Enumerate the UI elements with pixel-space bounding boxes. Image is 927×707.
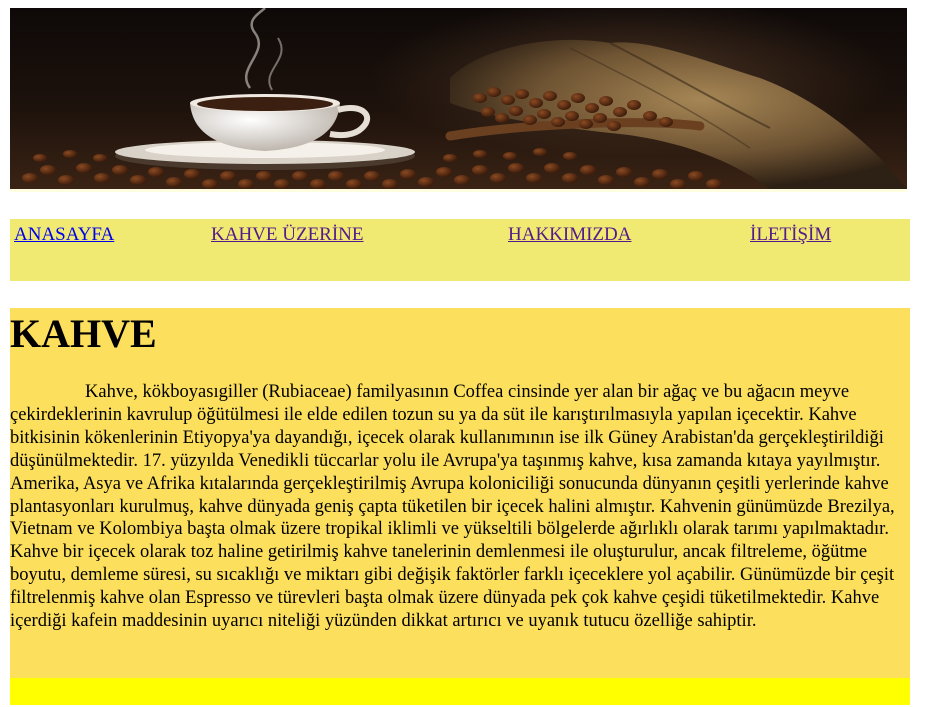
main-content: KAHVE Kahve, kökboyasıgiller (Rubiaceae)… — [10, 308, 910, 678]
coffee-hero-image — [10, 8, 907, 189]
nav-bar: ANASAYFA KAHVE ÜZERİNE HAKKIMIZDA İLETİŞ… — [10, 219, 910, 281]
nav-link-kahve-uzerine[interactable]: KAHVE ÜZERİNE — [211, 224, 364, 246]
nav-link-iletisim[interactable]: İLETİŞİM — [750, 224, 831, 246]
footer-bar — [10, 678, 910, 705]
nav-link-hakkimizda[interactable]: HAKKIMIZDA — [508, 224, 631, 246]
page-title: KAHVE — [10, 311, 157, 356]
header — [10, 8, 907, 192]
nav-link-anasayfa[interactable]: ANASAYFA — [14, 224, 114, 246]
article-paragraph: Kahve, kökboyasıgiller (Rubiaceae) famil… — [10, 382, 895, 632]
